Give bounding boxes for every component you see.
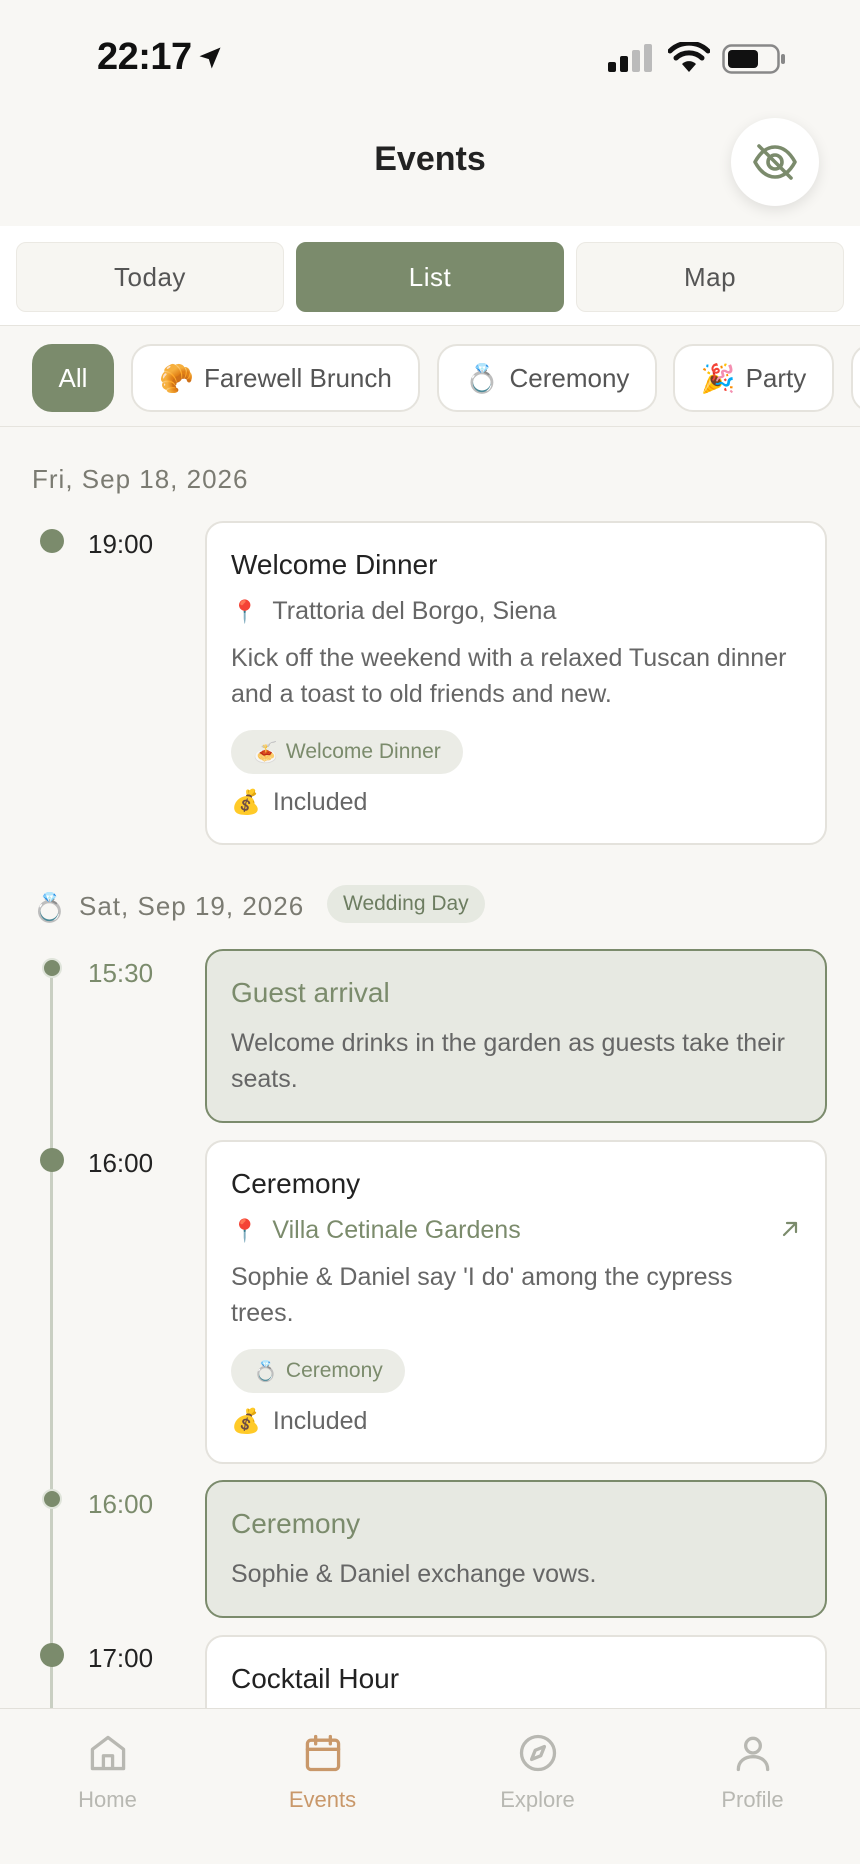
tab-profile[interactable]: Profile — [645, 1709, 860, 1864]
location-arrow-icon — [199, 47, 221, 69]
tab-label: Events — [288, 1787, 357, 1812]
bottom-tab-bar: Home Events Explore Profile — [0, 1708, 860, 1864]
event-description: Kick off the weekend with a relaxed Tusc… — [231, 644, 787, 708]
event-description: Sophie & Daniel exchange vows. — [231, 1560, 597, 1588]
event-title: Guest arrival — [231, 977, 390, 1008]
wedding-day-badge: Wedding Day — [327, 885, 485, 923]
segment-list[interactable]: List — [296, 242, 564, 312]
tab-label: Explore — [500, 1787, 575, 1812]
external-link-icon — [782, 1221, 798, 1237]
chip-label: Farewell Brunch — [204, 362, 392, 393]
segment-today[interactable]: Today — [16, 242, 284, 312]
event-tag: 🍝 Welcome Dinner — [231, 730, 463, 774]
event-title: Cocktail Hour — [231, 1663, 400, 1694]
event-tag: 💍 Ceremony — [231, 1349, 405, 1393]
event-price: 💰 Included — [231, 788, 801, 817]
timeline-line — [50, 968, 53, 1708]
ring-icon: 💍 — [32, 892, 68, 923]
filter-chips: All 🥐 Farewell Brunch 💍 Ceremony 🎉 Party — [0, 327, 860, 427]
tag-label: Welcome Dinner — [285, 740, 441, 763]
location-text: Trattoria del Borgo, Siena — [272, 597, 557, 625]
event-price: 💰 Included — [231, 1407, 801, 1436]
event-location-link[interactable]: 📍 Villa Cetinale Gardens — [231, 1216, 801, 1245]
filter-chip-more[interactable] — [851, 344, 860, 412]
cellular-signal-icon — [608, 44, 652, 72]
event-time: 16:00 — [88, 1148, 154, 1178]
wifi-icon — [668, 42, 710, 72]
price-label: Included — [272, 788, 368, 816]
event-time: 16:00 — [88, 1489, 154, 1519]
money-bag-icon: 💰 — [231, 789, 261, 816]
event-description: Sophie & Daniel say 'I do' among the cyp… — [231, 1263, 733, 1327]
tag-label: Ceremony — [285, 1359, 383, 1382]
chip-label: Ceremony — [509, 362, 630, 393]
event-card-ceremony-vows[interactable]: Ceremony Sophie & Daniel exchange vows. — [205, 1480, 827, 1618]
event-card-welcome-dinner[interactable]: Welcome Dinner 📍 Trattoria del Borgo, Si… — [205, 521, 827, 845]
view-segmented-control: Today List Map — [0, 226, 860, 326]
event-location: 📍 Trattoria del Borgo, Siena — [231, 597, 801, 626]
chip-label: Party — [745, 362, 807, 393]
party-popper-icon: 🎉 — [700, 362, 736, 394]
filter-chip-party[interactable]: 🎉 Party — [673, 344, 834, 412]
filter-chip-farewell-brunch[interactable]: 🥐 Farewell Brunch — [131, 344, 420, 412]
home-icon — [90, 1735, 126, 1771]
calendar-icon — [305, 1734, 341, 1772]
event-time: 19:00 — [88, 529, 154, 559]
filter-chip-ceremony[interactable]: 💍 Ceremony — [437, 344, 657, 412]
day-date-label: Fri, Sep 18, 2026 — [32, 464, 249, 494]
event-title: Welcome Dinner — [231, 549, 438, 580]
compass-icon — [519, 1734, 557, 1772]
status-time: 22:17 — [97, 36, 192, 78]
timeline-dot — [42, 958, 62, 978]
event-card-guest-arrival[interactable]: Guest arrival Welcome drinks in the gard… — [205, 949, 827, 1123]
tab-home[interactable]: Home — [0, 1709, 215, 1864]
eye-off-icon — [753, 144, 797, 180]
timeline-dot — [40, 1148, 64, 1172]
event-title: Ceremony — [231, 1168, 361, 1199]
event-card-ceremony[interactable]: Ceremony 📍 Villa Cetinale Gardens Sophie… — [205, 1140, 827, 1464]
person-icon — [736, 1736, 770, 1772]
timeline-dot — [40, 1643, 64, 1667]
event-description: Welcome drinks in the garden as guests t… — [231, 1029, 785, 1093]
tab-explore[interactable]: Explore — [430, 1709, 645, 1864]
tab-events[interactable]: Events — [215, 1709, 430, 1864]
chip-label: All — [58, 362, 88, 393]
location-text: Villa Cetinale Gardens — [272, 1216, 521, 1244]
battery-icon — [722, 44, 785, 74]
tab-label: Home — [78, 1787, 137, 1812]
pin-icon: 📍 — [231, 598, 259, 624]
money-bag-icon: 💰 — [231, 1408, 261, 1435]
ring-icon: 💍 — [464, 362, 500, 394]
status-bar: 22:17 — [0, 0, 860, 110]
ring-icon: 💍 — [253, 1360, 278, 1383]
segment-map[interactable]: Map — [576, 242, 844, 312]
filter-chip-all[interactable]: All — [32, 344, 114, 412]
croissant-icon: 🥐 — [159, 362, 194, 394]
price-label: Included — [272, 1407, 368, 1435]
event-title: Ceremony — [231, 1508, 361, 1539]
timeline-dot — [40, 529, 64, 553]
tab-label: Profile — [721, 1787, 784, 1812]
pin-icon: 📍 — [231, 1217, 259, 1243]
day-date-label: Sat, Sep 19, 2026 — [79, 891, 305, 921]
timeline-dot — [42, 1489, 62, 1509]
pasta-icon: 🍝 — [253, 741, 278, 764]
event-time: 15:30 — [88, 958, 154, 988]
hide-toggle-button[interactable] — [731, 118, 819, 206]
event-time: 17:00 — [88, 1643, 154, 1673]
